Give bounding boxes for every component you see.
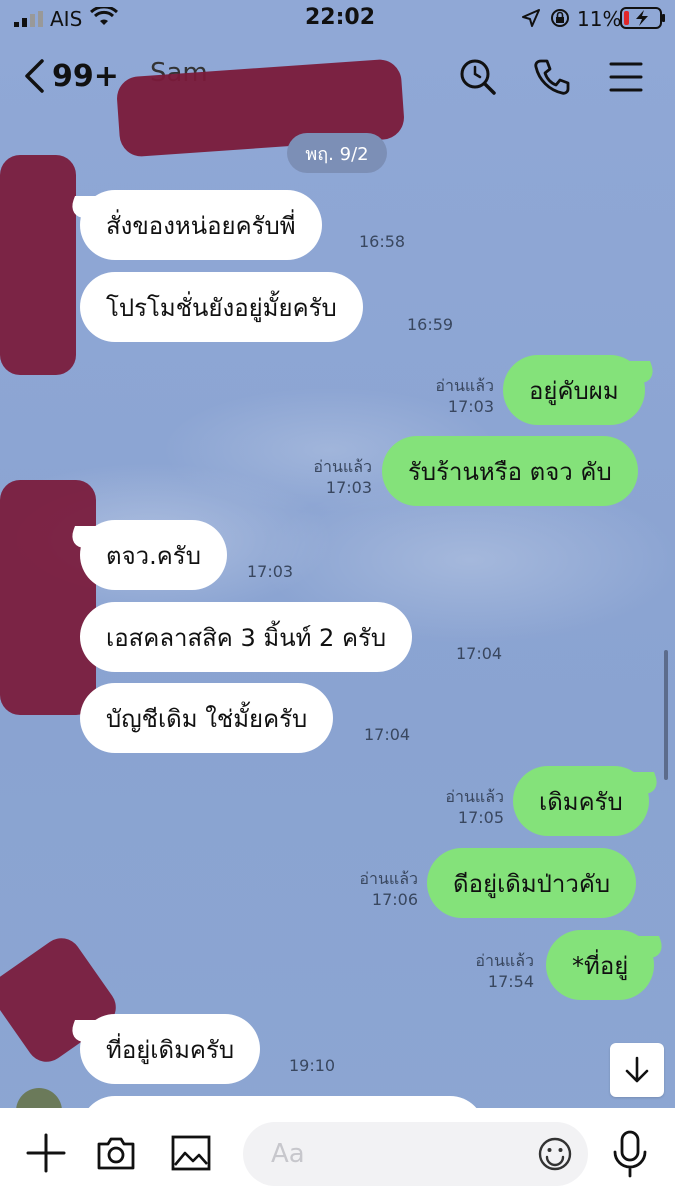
message-time: 19:10 (289, 1056, 336, 1075)
status-bar: AIS 22:02 11% (0, 0, 675, 40)
location-icon (522, 9, 540, 27)
emoji-icon[interactable] (537, 1136, 573, 1172)
plus-icon[interactable] (25, 1132, 67, 1174)
message-text: โปรโมชั่นยังอยู่มั้ยครับ (106, 293, 337, 322)
message-text: รับร้านหรือ ตจว คับ (408, 457, 612, 486)
message-bubble-incoming[interactable]: เอสคลาสสิค 3 มิ้นท์ 2 ครับ (80, 602, 413, 672)
message-text: *ที่อยู่ (572, 951, 629, 980)
message-bubble-incoming[interactable]: โปรโมชั่นยังอยู่มั้ยครับ (80, 272, 363, 342)
date-separator: พฤ. 9/2 (287, 133, 387, 173)
message-bubble-incoming[interactable]: สั่งของหน่อยครับพี่ (80, 190, 322, 260)
message-read-status: อ่านแล้ว 17:03 (313, 457, 372, 497)
back-button[interactable]: 99+ (22, 56, 122, 96)
message-text: ที่อยู่เดิมครับ (106, 1035, 235, 1064)
avatar-redaction (0, 155, 76, 375)
message-read-status: อ่านแล้ว 17:03 (435, 376, 494, 416)
message-bubble-outgoing[interactable]: ดีอยู่เดิมป่าวคับ (427, 848, 637, 918)
message-bubble-incoming[interactable]: บัญชีเดิม ใช่มั้ยครับ (80, 683, 334, 753)
phone-icon[interactable] (533, 58, 571, 96)
message-bubble-incoming[interactable]: ตจว.ครับ (80, 520, 227, 590)
battery-icon (620, 7, 665, 29)
message-time: 17:04 (456, 644, 503, 663)
message-time: 16:59 (407, 315, 454, 334)
message-read-status: อ่านแล้ว 17:06 (359, 869, 418, 909)
message-text: สั่งของหน่อยครับพี่ (106, 211, 296, 240)
rotation-lock-icon (551, 9, 569, 27)
message-text: บัญชีเดิม ใช่มั้ยครับ (106, 704, 308, 733)
message-bubble-outgoing[interactable]: อยู่คับผม (503, 355, 645, 425)
message-time: 17:03 (247, 562, 294, 581)
message-bubble-outgoing[interactable]: รับร้านหรือ ตจว คับ (382, 436, 638, 506)
scrollbar[interactable] (664, 650, 668, 780)
menu-icon[interactable] (607, 58, 645, 96)
message-text: เอสคลาสสิค 3 มิ้นท์ 2 ครับ (106, 623, 387, 652)
message-input-bar (0, 1108, 675, 1200)
message-read-status: อ่านแล้ว 17:05 (445, 787, 504, 827)
unread-count: 99+ (52, 58, 119, 94)
message-bubble-outgoing[interactable]: เดิมครับ (513, 766, 649, 836)
message-text: ดีอยู่เดิมป่าวคับ (453, 869, 611, 898)
clock: 22:02 (305, 5, 376, 30)
message-time: 17:04 (364, 725, 411, 744)
chevron-left-icon (25, 59, 44, 93)
message-time: 16:58 (359, 232, 406, 251)
message-bubble-incoming[interactable]: ที่อยู่เดิมครับ (80, 1014, 261, 1084)
message-text: อยู่คับผม (529, 376, 619, 405)
message-text: เดิมครับ (539, 787, 623, 816)
carrier-label: AIS (50, 7, 83, 31)
message-read-status: อ่านแล้ว 17:54 (475, 951, 534, 991)
signal-icon (14, 11, 43, 27)
chat-header: 99+ Sam (0, 40, 675, 158)
avatar-redaction (0, 480, 96, 715)
image-icon[interactable] (170, 1132, 212, 1174)
camera-icon[interactable] (95, 1132, 137, 1174)
battery-percent: 11% (577, 7, 622, 31)
scroll-to-bottom-button[interactable] (610, 1043, 664, 1097)
message-text: ตจว.ครับ (106, 541, 201, 570)
wifi-icon (90, 7, 118, 25)
message-bubble-outgoing[interactable]: *ที่อยู่ (546, 930, 655, 1000)
arrow-down-icon (625, 1056, 649, 1083)
mic-icon[interactable] (610, 1130, 650, 1178)
search-icon[interactable] (459, 58, 497, 96)
